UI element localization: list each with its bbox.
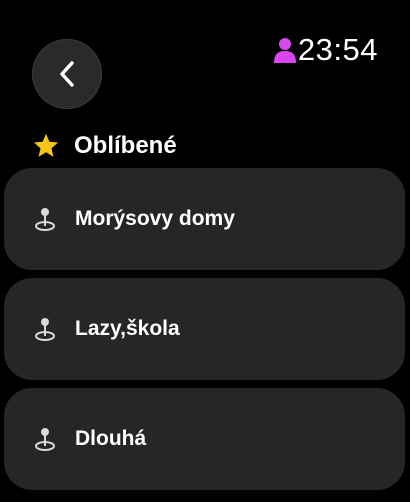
chevron-left-icon bbox=[60, 61, 74, 87]
person-icon bbox=[273, 37, 296, 63]
favorites-list: Morýsovy domy Lazy,škola Dlouhá bbox=[4, 168, 405, 498]
list-item-label: Lazy,škola bbox=[75, 317, 180, 340]
map-pin-icon bbox=[35, 318, 55, 341]
list-item-label: Dlouhá bbox=[75, 427, 147, 450]
list-item[interactable]: Dlouhá bbox=[4, 388, 405, 490]
star-icon bbox=[33, 133, 59, 157]
map-pin-icon bbox=[35, 208, 55, 231]
favorites-header: Oblíbené bbox=[32, 132, 177, 160]
favorites-title: Oblíbené bbox=[74, 132, 177, 159]
list-item-label: Morýsovy domy bbox=[75, 207, 235, 230]
back-button[interactable] bbox=[32, 39, 102, 109]
status-bar: 23:54 bbox=[273, 32, 378, 67]
list-item[interactable]: Morýsovy domy bbox=[4, 168, 405, 270]
clock: 23:54 bbox=[297, 32, 378, 67]
map-pin-icon bbox=[35, 428, 55, 451]
list-item[interactable]: Lazy,škola bbox=[4, 278, 405, 380]
